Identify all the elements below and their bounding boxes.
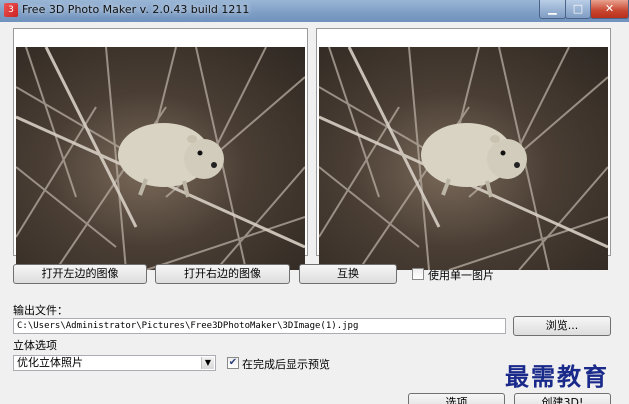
output-path-input[interactable]: C:\Users\Administrator\Pictures\Free3DPh…	[13, 318, 506, 334]
single-image-label: 使用单一图片	[428, 269, 494, 282]
maximize-icon: □	[572, 2, 584, 15]
create-3d-button[interactable]: 创建3D!	[514, 393, 611, 404]
watermark-logo: 最需教育	[505, 362, 609, 391]
app-window: 3 Free 3D Photo Maker v. 2.0.43 build 12…	[0, 0, 629, 404]
left-photo	[16, 47, 305, 270]
right-photo	[319, 47, 608, 270]
browse-button[interactable]: 浏览...	[513, 316, 611, 336]
single-image-checkbox[interactable]	[412, 268, 424, 280]
stereo-options-label: 立体选项	[13, 339, 57, 352]
minimize-button[interactable]: ▁	[539, 0, 566, 19]
title-bar: 3 Free 3D Photo Maker v. 2.0.43 build 12…	[0, 0, 629, 22]
open-left-image-button[interactable]: 打开左边的图像	[13, 264, 147, 284]
show-preview-label: 在完成后显示预览	[242, 358, 330, 371]
left-image-panel[interactable]	[13, 28, 308, 270]
swap-button[interactable]: 互换	[299, 264, 397, 284]
stereo-mode-select[interactable]: 优化立体照片 ▼	[13, 355, 216, 371]
show-preview-checkbox[interactable]: ✔	[227, 357, 239, 369]
check-icon: ✔	[228, 357, 238, 368]
open-right-image-button[interactable]: 打开右边的图像	[155, 264, 290, 284]
minimize-icon: ▁	[548, 2, 557, 15]
output-file-label: 输出文件：	[13, 304, 68, 317]
stereo-mode-value: 优化立体照片	[17, 356, 83, 369]
app-icon: 3	[4, 3, 18, 17]
options-button[interactable]: 选项	[408, 393, 505, 404]
close-icon: ✕	[604, 2, 615, 15]
chevron-down-icon: ▼	[201, 357, 214, 369]
close-button[interactable]: ✕	[590, 0, 629, 19]
window-title: Free 3D Photo Maker v. 2.0.43 build 1211	[22, 3, 250, 16]
right-image-panel[interactable]	[316, 28, 611, 270]
maximize-button[interactable]: □	[565, 0, 591, 19]
